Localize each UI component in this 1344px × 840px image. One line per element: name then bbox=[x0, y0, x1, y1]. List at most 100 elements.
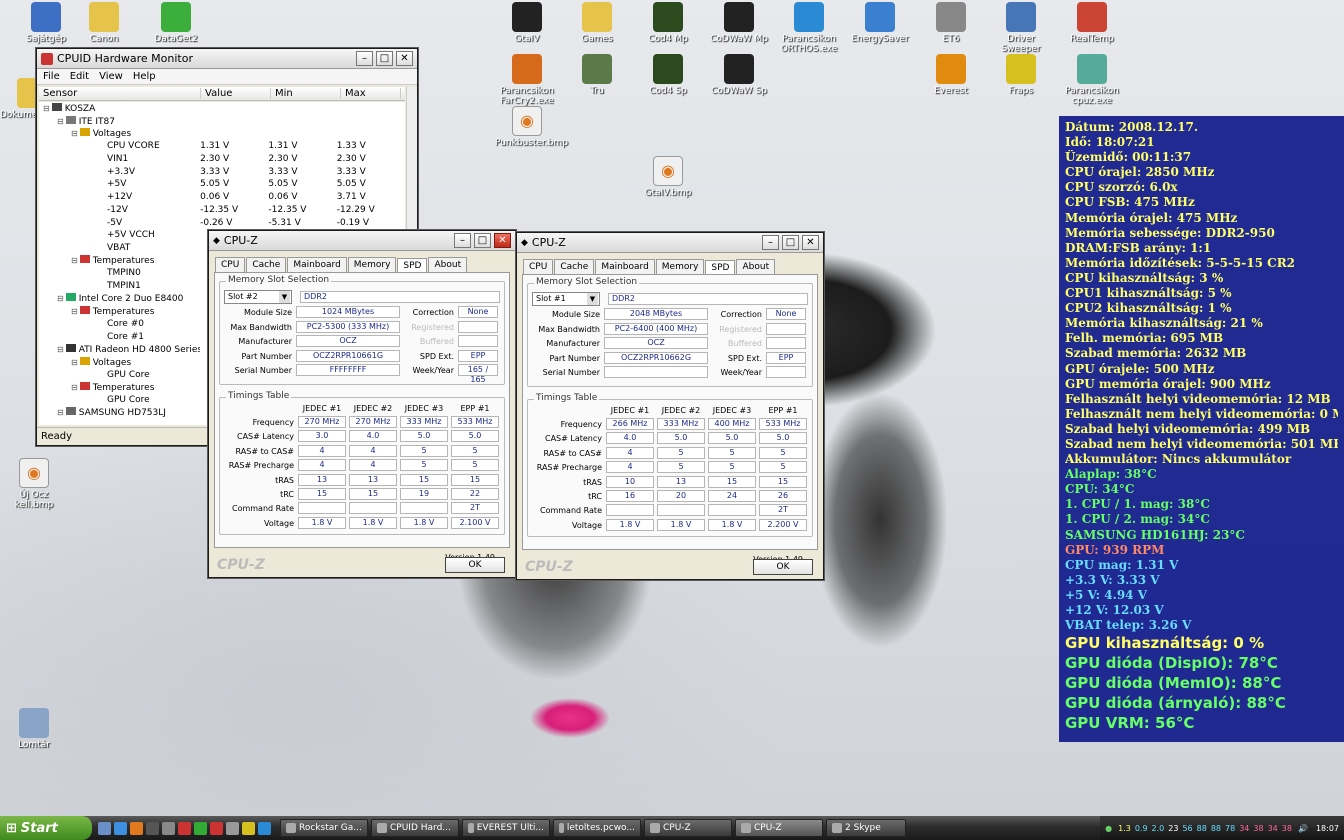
taskbar-button[interactable]: CPU-Z bbox=[735, 819, 823, 837]
menu-item[interactable]: View bbox=[99, 71, 123, 82]
sensor-row[interactable]: ⊟ KOSZA bbox=[39, 102, 405, 115]
sensor-row[interactable]: +12V 0.06 V 0.06 V 3.71 V bbox=[39, 191, 405, 204]
tab-memory[interactable]: Memory bbox=[347, 257, 397, 272]
desktop-icon[interactable]: DataGet2 bbox=[144, 2, 208, 44]
tray-value[interactable]: 38 bbox=[1281, 824, 1293, 833]
column-value[interactable]: Value bbox=[201, 88, 271, 99]
tab-about[interactable]: About bbox=[428, 257, 468, 272]
column-max[interactable]: Max bbox=[341, 88, 401, 99]
menu-item[interactable]: File bbox=[43, 71, 60, 82]
tab-mainboard[interactable]: Mainboard bbox=[595, 259, 655, 274]
taskbar-button[interactable]: CPUID Hard... bbox=[371, 819, 459, 837]
taskbar-button[interactable]: EVEREST Ulti... bbox=[462, 819, 550, 837]
minimize-button[interactable]: – bbox=[356, 51, 373, 66]
app-icon[interactable] bbox=[226, 821, 239, 835]
tray-value[interactable]: 2.0 bbox=[1151, 824, 1166, 833]
start-button[interactable]: ⊞ Start bbox=[0, 816, 92, 840]
ok-button[interactable]: OK bbox=[445, 557, 505, 573]
taskbar-button[interactable]: Rockstar Ga... bbox=[280, 819, 368, 837]
close-button[interactable]: ✕ bbox=[494, 233, 511, 248]
tray-value[interactable]: 56 bbox=[1181, 824, 1193, 833]
desktop-icon[interactable]: ◉ Punkbuster.bmp bbox=[495, 106, 568, 148]
desktop-icon[interactable]: Cod4 Sp bbox=[636, 54, 700, 96]
desktop-icon[interactable]: ET6 bbox=[919, 2, 983, 44]
sensor-row[interactable]: +3.3V 3.33 V 3.33 V 3.33 V bbox=[39, 165, 405, 178]
menu-item[interactable]: Edit bbox=[70, 71, 89, 82]
tree-toggle[interactable]: ⊟ bbox=[43, 104, 50, 113]
tree-toggle[interactable]: ⊟ bbox=[71, 129, 78, 138]
slot-select[interactable]: Slot #2 bbox=[224, 290, 292, 304]
desktop-icon[interactable]: Parancsikon FarCry2.exe bbox=[495, 54, 559, 106]
tab-cpu[interactable]: CPU bbox=[215, 257, 246, 272]
sensor-row[interactable]: ⊟ Voltages bbox=[39, 127, 405, 140]
volume-icon[interactable]: 🔊 bbox=[1297, 824, 1309, 833]
maximize-button[interactable]: □ bbox=[376, 51, 393, 66]
desktop-icon[interactable]: Tru bbox=[565, 54, 629, 96]
tab-cache[interactable]: Cache bbox=[246, 257, 287, 272]
desktop-icon[interactable]: ◉ GtaIV.bmp bbox=[636, 156, 700, 198]
clock[interactable]: 18:07 bbox=[1312, 824, 1340, 833]
tree-toggle[interactable]: ⊟ bbox=[57, 345, 64, 354]
maximize-button[interactable]: □ bbox=[474, 233, 491, 248]
tree-toggle[interactable]: ⊟ bbox=[71, 307, 78, 316]
desktop-icon[interactable]: CoDWaW Sp bbox=[707, 54, 771, 96]
app-icon[interactable] bbox=[162, 821, 175, 835]
tab-spd[interactable]: SPD bbox=[397, 258, 428, 273]
close-button[interactable]: ✕ bbox=[802, 235, 819, 250]
tree-toggle[interactable]: ⊟ bbox=[57, 117, 64, 126]
desktop-icon[interactable]: ◉ Új Ocz kell.bmp bbox=[2, 458, 66, 510]
tab-cpu[interactable]: CPU bbox=[523, 259, 554, 274]
slot-select[interactable]: Slot #1 bbox=[532, 292, 600, 306]
tree-toggle[interactable]: ⊟ bbox=[71, 383, 78, 392]
column-min[interactable]: Min bbox=[271, 88, 341, 99]
taskbar-button[interactable]: 2 Skype bbox=[826, 819, 906, 837]
tab-spd[interactable]: SPD bbox=[705, 260, 736, 275]
taskbar-button[interactable]: CPU-Z bbox=[644, 819, 732, 837]
tree-toggle[interactable]: ⊟ bbox=[57, 294, 64, 303]
app-icon[interactable] bbox=[242, 821, 255, 835]
desktop-icon[interactable]: Lomtár bbox=[2, 708, 66, 750]
tray-value[interactable]: 0.9 bbox=[1134, 824, 1149, 833]
sensor-row[interactable]: ⊟ ITE IT87 bbox=[39, 115, 405, 128]
sensor-row[interactable]: CPU VCORE 1.31 V 1.31 V 1.33 V bbox=[39, 140, 405, 153]
tree-toggle[interactable]: ⊟ bbox=[57, 408, 64, 417]
network-icon[interactable]: ● bbox=[1104, 824, 1113, 833]
tray-value[interactable]: 78 bbox=[1224, 824, 1236, 833]
app-icon[interactable] bbox=[194, 821, 207, 835]
show-desktop-icon[interactable] bbox=[98, 821, 111, 835]
cpuz-titlebar[interactable]: ◆ CPU-Z – □ ✕ bbox=[209, 231, 515, 251]
desktop-icon[interactable]: Parancsikon ORTHOS.exe bbox=[777, 2, 841, 54]
tab-memory[interactable]: Memory bbox=[655, 259, 705, 274]
desktop-icon[interactable]: Fraps bbox=[989, 54, 1053, 96]
cpuz-window-slot1[interactable]: ◆ CPU-Z – □ ✕ CPU Cache Mainboard Memory SPD About… bbox=[516, 232, 824, 580]
app-icon[interactable] bbox=[210, 821, 223, 835]
desktop-icon[interactable]: Canon bbox=[72, 2, 136, 44]
desktop-icon[interactable]: Everest bbox=[919, 54, 983, 96]
tab-cache[interactable]: Cache bbox=[554, 259, 595, 274]
sensor-row[interactable]: -5V -0.26 V -5.31 V -0.19 V bbox=[39, 216, 405, 229]
close-button[interactable]: ✕ bbox=[396, 51, 413, 66]
desktop-icon[interactable]: CoDWaW Mp bbox=[707, 2, 771, 44]
desktop-icon[interactable]: GtaIV bbox=[495, 2, 559, 44]
tray-value[interactable]: 88 bbox=[1196, 824, 1208, 833]
tab-mainboard[interactable]: Mainboard bbox=[287, 257, 347, 272]
desktop-icon[interactable]: Parancsikon cpuz.exe bbox=[1060, 54, 1124, 106]
taskbar-button[interactable]: letoltes.pcwo... bbox=[553, 819, 641, 837]
menu-item[interactable]: Help bbox=[133, 71, 156, 82]
sensor-row[interactable]: -12V -12.35 V -12.35 V -12.29 V bbox=[39, 204, 405, 217]
ok-button[interactable]: OK bbox=[753, 559, 813, 575]
hwmonitor-titlebar[interactable]: CPUID Hardware Monitor – □ ✕ bbox=[37, 49, 417, 69]
tray-value[interactable]: 38 bbox=[1252, 824, 1264, 833]
sensor-row[interactable]: +5V 5.05 V 5.05 V 5.05 V bbox=[39, 178, 405, 191]
tray-value[interactable]: 34 bbox=[1267, 824, 1279, 833]
cpuz-titlebar[interactable]: ◆ CPU-Z – □ ✕ bbox=[517, 233, 823, 253]
app-icon[interactable] bbox=[178, 821, 191, 835]
firefox-icon[interactable] bbox=[130, 821, 143, 835]
maximize-button[interactable]: □ bbox=[782, 235, 799, 250]
tab-about[interactable]: About bbox=[736, 259, 776, 274]
tray-value[interactable]: 1.3 bbox=[1117, 824, 1132, 833]
minimize-button[interactable]: – bbox=[454, 233, 471, 248]
desktop-icon[interactable]: Cod4 Mp bbox=[636, 2, 700, 44]
minimize-button[interactable]: – bbox=[762, 235, 779, 250]
media-icon[interactable] bbox=[146, 821, 159, 835]
